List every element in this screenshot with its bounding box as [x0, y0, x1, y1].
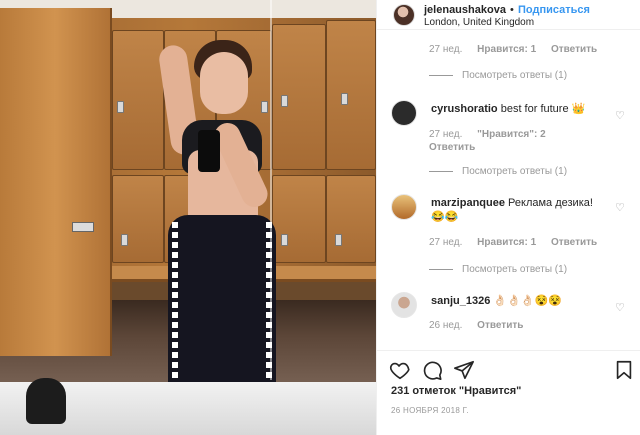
- photo-locker: [326, 20, 376, 170]
- post-photo[interactable]: [0, 0, 376, 435]
- photo-person-pants: [168, 215, 276, 390]
- share-icon[interactable]: [453, 359, 475, 381]
- view-replies-button[interactable]: Посмотреть ответы (1): [429, 264, 567, 275]
- view-replies-button[interactable]: Посмотреть ответы (1): [429, 166, 567, 177]
- post-modal: jelenaushakova • Подписаться London, Uni…: [0, 0, 640, 435]
- post-actions: 231 отметок "Нравится" 26 НОЯБРЯ 2018 Г.: [377, 350, 640, 435]
- comment-time[interactable]: 27 нед.: [429, 44, 462, 55]
- comment-username[interactable]: cyrushoratio: [431, 103, 498, 115]
- comment-body: 👌🏻👌🏻👌🏻😵😵: [493, 295, 562, 307]
- comment-meta: 26 нед. Ответить: [429, 320, 535, 331]
- comments-list[interactable]: 27 нед. Нравится: 1 Ответить Посмотреть …: [377, 34, 640, 349]
- comment-meta: 27 нед. Нравится: 1 Ответить: [429, 237, 609, 248]
- photo-hair-dryer: [26, 378, 66, 424]
- comment-likes[interactable]: "Нравится": 2: [477, 129, 546, 140]
- comment-likes[interactable]: Нравится: 1: [477, 237, 536, 248]
- comment-username[interactable]: marzipanquee: [431, 197, 505, 209]
- heart-icon[interactable]: [389, 359, 411, 381]
- comment-time[interactable]: 27 нед.: [429, 129, 462, 140]
- comment-text: marzipanquee Реклама дезика! 😂😂: [431, 196, 606, 224]
- post-location[interactable]: London, United Kingdom: [424, 17, 534, 28]
- avatar[interactable]: [391, 194, 417, 220]
- avatar[interactable]: [391, 292, 417, 318]
- bookmark-icon[interactable]: [613, 359, 635, 381]
- photo-person-head: [200, 52, 248, 114]
- photo-locker: [272, 24, 326, 170]
- comment-time[interactable]: 26 нед.: [429, 320, 462, 331]
- comment-reply-button[interactable]: Ответить: [477, 320, 523, 331]
- photo-locker: [112, 175, 164, 263]
- comment-username[interactable]: sanju_1326: [431, 295, 490, 307]
- likes-count[interactable]: 231 отметок "Нравится": [391, 385, 521, 397]
- avatar[interactable]: [393, 4, 415, 26]
- header-separator: •: [510, 4, 514, 16]
- comment-reply-button[interactable]: Ответить: [429, 142, 475, 153]
- post-header: jelenaushakova • Подписаться London, Uni…: [377, 0, 640, 30]
- comment-like-icon[interactable]: ♡: [615, 202, 627, 214]
- photo-locker: [326, 175, 376, 263]
- post-date[interactable]: 26 НОЯБРЯ 2018 Г.: [391, 406, 469, 415]
- comment-text: sanju_1326 👌🏻👌🏻👌🏻😵😵: [431, 294, 606, 308]
- comment-icon[interactable]: [421, 359, 443, 381]
- photo-phone: [198, 130, 220, 172]
- comment-meta: 27 нед. Нравится: 1 Ответить: [429, 44, 609, 55]
- comment-like-icon[interactable]: ♡: [615, 302, 627, 314]
- view-replies-button[interactable]: Посмотреть ответы (1): [429, 70, 567, 81]
- photo-locker: [112, 30, 164, 170]
- follow-button[interactable]: Подписаться: [518, 4, 590, 16]
- comment-reply-button[interactable]: Ответить: [551, 237, 597, 248]
- comment-time[interactable]: 27 нед.: [429, 237, 462, 248]
- comment-text: cyrushoratio best for future 👑: [431, 102, 606, 116]
- photo-locker: [272, 175, 326, 263]
- comment-reply-button[interactable]: Ответить: [551, 44, 597, 55]
- comment-item: sanju_1326 👌🏻👌🏻👌🏻😵😵 ♡: [391, 292, 631, 342]
- photo-locker-door: [0, 8, 112, 356]
- comment-meta: 27 нед. "Нравится": 2 Ответить: [429, 128, 558, 154]
- post-side-panel: jelenaushakova • Подписаться London, Uni…: [376, 0, 640, 435]
- photo-pants-stripe: [172, 222, 178, 382]
- comment-body: best for future 👑: [500, 103, 586, 115]
- photo-mirror-edge: [270, 0, 272, 380]
- post-username[interactable]: jelenaushakova: [424, 4, 506, 16]
- comment-likes[interactable]: Нравится: 1: [477, 44, 536, 55]
- avatar[interactable]: [391, 100, 417, 126]
- comment-like-icon[interactable]: ♡: [615, 110, 627, 122]
